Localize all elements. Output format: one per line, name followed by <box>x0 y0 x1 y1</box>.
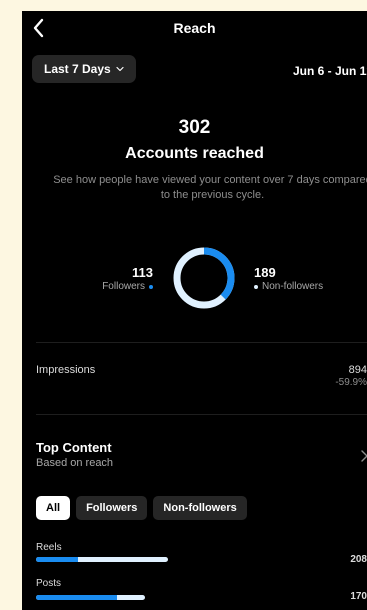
posts-label: Posts <box>36 578 62 589</box>
reach-screen: Reach Last 7 Days Jun 6 - Jun 12 302 Acc… <box>22 11 367 610</box>
date-range-dropdown-label: Last 7 Days <box>44 62 111 76</box>
non-followers-count: 189 <box>254 265 276 280</box>
non-followers-stat: 189 Non-followers <box>254 265 323 292</box>
divider <box>36 342 367 343</box>
accounts-reached-count: 302 <box>178 117 211 138</box>
posts-followers-fill <box>36 595 117 600</box>
top-bar: Reach <box>22 11 367 47</box>
chip-followers[interactable]: Followers <box>76 496 148 520</box>
impressions-change: -59.9% <box>335 377 367 388</box>
posts-bar <box>36 595 146 600</box>
top-content-subtitle: Based on reach <box>36 457 114 469</box>
reach-donut-chart <box>173 247 235 309</box>
reels-label: Reels <box>36 542 62 553</box>
followers-legend: Followers <box>102 281 153 292</box>
reels-followers-fill <box>36 557 79 562</box>
followers-count: 113 <box>132 265 153 280</box>
chip-non-followers[interactable]: Non-followers <box>153 496 247 520</box>
non-followers-legend: Non-followers <box>254 281 323 292</box>
chip-all[interactable]: All <box>36 496 71 520</box>
page-title: Reach <box>173 20 216 36</box>
reels-bar <box>36 557 169 562</box>
divider <box>36 414 367 415</box>
followers-stat: 113 Followers <box>102 265 153 292</box>
non-followers-label: Non-followers <box>262 281 324 292</box>
chevron-right-icon[interactable] <box>360 449 367 463</box>
followers-dot-icon <box>149 284 153 289</box>
impressions-label: Impressions <box>36 364 96 376</box>
impressions-value: 894 <box>348 364 367 376</box>
followers-label: Followers <box>102 281 145 292</box>
chevron-down-icon <box>116 66 124 72</box>
top-content-title: Top Content <box>36 440 112 455</box>
posts-value: 170 <box>350 591 367 602</box>
date-range-text: Jun 6 - Jun 12 <box>292 64 367 78</box>
reels-value: 208 <box>350 554 367 565</box>
audience-filter-chips: All Followers Non-followers <box>36 496 247 520</box>
date-range-dropdown[interactable]: Last 7 Days <box>32 55 136 83</box>
accounts-reached-label: Accounts reached <box>125 145 264 162</box>
reach-description: See how people have viewed your content … <box>53 174 367 201</box>
non-followers-dot-icon <box>254 284 258 289</box>
